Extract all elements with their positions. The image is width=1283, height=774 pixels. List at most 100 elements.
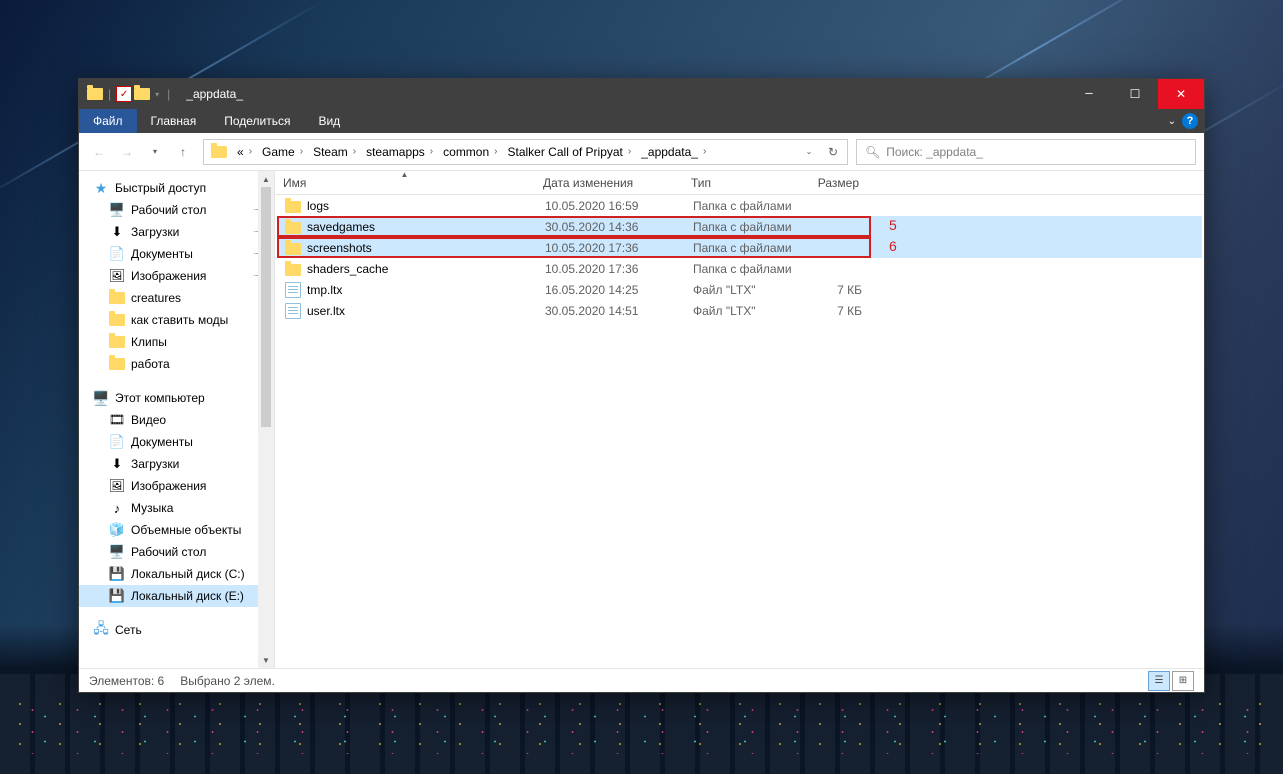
expand-ribbon-icon[interactable]: ⌄: [1168, 116, 1176, 127]
breadcrumb-item[interactable]: steamapps›: [361, 140, 438, 164]
breadcrumb-item[interactable]: common›: [438, 140, 502, 164]
sidebar-item[interactable]: ⬇Загрузки📌: [79, 221, 274, 243]
address-dropdown[interactable]: ⌄: [797, 140, 821, 164]
file-row[interactable]: shaders_cache10.05.2020 17:36Папка с фай…: [277, 258, 1202, 279]
folder-icon: [109, 290, 125, 306]
qat-chevron[interactable]: ▾: [152, 90, 162, 99]
sidebar-item[interactable]: ⬇Загрузки: [79, 453, 274, 475]
sidebar-item[interactable]: 🖥️Рабочий стол: [79, 541, 274, 563]
file-menu[interactable]: Файл: [79, 109, 137, 133]
scroll-down[interactable]: ▼: [258, 652, 274, 668]
sidebar-item[interactable]: ♪Музыка: [79, 497, 274, 519]
drive-icon: 💾: [109, 588, 125, 604]
selection-count: Выбрано 2 элем.: [180, 674, 275, 688]
share-tab[interactable]: Поделиться: [210, 109, 304, 133]
network[interactable]: 🖧Сеть: [79, 619, 274, 641]
explorer-window: | ✓ ▾ | _appdata_ ─ ☐ ✕ Файл Главная Под…: [78, 78, 1205, 693]
breadcrumb-item[interactable]: _appdata_›: [636, 140, 711, 164]
sort-indicator: ▲: [401, 171, 409, 179]
sidebar-item[interactable]: 📄Документы📌: [79, 243, 274, 265]
file-name: savedgames: [307, 220, 375, 234]
refresh-button[interactable]: ↻: [821, 145, 845, 159]
file-row[interactable]: savedgames30.05.2020 14:36Папка с файлам…: [277, 216, 1202, 237]
search-icon: 🔍︎: [865, 145, 880, 159]
file-row[interactable]: screenshots10.05.2020 17:36Папка с файла…: [277, 237, 1202, 258]
file-type: Папка с файлами: [685, 220, 800, 234]
history-dropdown[interactable]: ▾: [143, 140, 167, 164]
search-input[interactable]: Поиск: _appdata_: [886, 145, 983, 159]
cube-icon: 🧊: [109, 522, 125, 538]
breadcrumb-overflow[interactable]: «›: [232, 140, 257, 164]
file-date: 30.05.2020 14:51: [537, 304, 685, 318]
download-icon: ⬇: [109, 224, 125, 240]
scrollbar[interactable]: ▲ ▼: [258, 171, 274, 668]
sidebar-item[interactable]: creatures: [79, 287, 274, 309]
view-tab[interactable]: Вид: [304, 109, 354, 133]
folder-icon: [285, 264, 301, 276]
titlebar[interactable]: | ✓ ▾ | _appdata_ ─ ☐ ✕: [79, 79, 1204, 109]
sidebar-item[interactable]: 🖥️Рабочий стол📌: [79, 199, 274, 221]
file-name: logs: [307, 199, 329, 213]
help-icon[interactable]: ?: [1182, 113, 1198, 129]
file-type: Файл "LTX": [685, 283, 800, 297]
breadcrumb-item[interactable]: Stalker Call of Pripyat›: [503, 140, 637, 164]
column-size[interactable]: Размер: [798, 171, 868, 194]
close-button[interactable]: ✕: [1158, 79, 1204, 109]
sidebar-item[interactable]: 🧊Объемные объекты: [79, 519, 274, 541]
file-name: tmp.ltx: [307, 283, 342, 297]
item-count: Элементов: 6: [89, 674, 164, 688]
checkbox-icon[interactable]: ✓: [116, 86, 132, 102]
network-icon: 🖧: [93, 622, 109, 638]
file-row[interactable]: logs10.05.2020 16:59Папка с файлами: [277, 195, 1202, 216]
pic-icon: 🖼: [109, 478, 125, 494]
sidebar-item[interactable]: Клипы: [79, 331, 274, 353]
sidebar-item[interactable]: 🖼Изображения: [79, 475, 274, 497]
status-bar: Элементов: 6 Выбрано 2 элем. ☰ ⊞: [79, 668, 1204, 692]
doc-icon: 📄: [109, 246, 125, 262]
file-size: 7 КБ: [800, 283, 870, 297]
file-size: 7 КБ: [800, 304, 870, 318]
navigation-bar: ← → ▾ ↑ «› Game› Steam› steamapps› commo…: [79, 133, 1204, 171]
column-type[interactable]: Тип: [683, 171, 798, 194]
maximize-button[interactable]: ☐: [1112, 79, 1158, 109]
drive-icon: 💾: [109, 566, 125, 582]
up-button[interactable]: ↑: [171, 140, 195, 164]
column-date[interactable]: Дата изменения: [535, 171, 683, 194]
sidebar-item[interactable]: работа: [79, 353, 274, 375]
folder-icon: [87, 86, 103, 102]
sidebar-item[interactable]: 🖼Изображения📌: [79, 265, 274, 287]
folder-icon: [285, 201, 301, 213]
minimize-button[interactable]: ─: [1066, 79, 1112, 109]
home-tab[interactable]: Главная: [137, 109, 211, 133]
sidebar-item[interactable]: 🎞Видео: [79, 409, 274, 431]
file-type: Папка с файлами: [685, 262, 800, 276]
this-pc[interactable]: 🖥️Этот компьютер: [79, 387, 274, 409]
address-bar[interactable]: «› Game› Steam› steamapps› common› Stalk…: [203, 139, 848, 165]
search-box[interactable]: 🔍︎ Поиск: _appdata_: [856, 139, 1196, 165]
sidebar-item[interactable]: как ставить моды: [79, 309, 274, 331]
file-icon: [285, 282, 301, 298]
file-row[interactable]: user.ltx30.05.2020 14:51Файл "LTX"7 КБ: [277, 300, 1202, 321]
sidebar-item[interactable]: 💾Локальный диск (E:): [79, 585, 274, 607]
file-row[interactable]: tmp.ltx16.05.2020 14:25Файл "LTX"7 КБ: [277, 279, 1202, 300]
pc-icon: 🖥️: [93, 390, 109, 406]
star-icon: ★: [93, 180, 109, 196]
folder-icon: [134, 86, 150, 102]
sidebar-item[interactable]: 📄Документы: [79, 431, 274, 453]
sidebar-item[interactable]: 💾Локальный диск (C:): [79, 563, 274, 585]
scroll-up[interactable]: ▲: [258, 171, 274, 187]
back-button[interactable]: ←: [87, 140, 111, 164]
icons-view-button[interactable]: ⊞: [1172, 671, 1194, 691]
column-name[interactable]: Имя▲: [275, 171, 535, 194]
file-name: user.ltx: [307, 304, 345, 318]
scroll-thumb[interactable]: [261, 187, 271, 427]
details-view-button[interactable]: ☰: [1148, 671, 1170, 691]
breadcrumb-item[interactable]: Game›: [257, 140, 308, 164]
music-icon: ♪: [109, 500, 125, 516]
folder-icon[interactable]: [206, 140, 232, 164]
quick-access[interactable]: ★Быстрый доступ: [79, 177, 274, 199]
forward-button[interactable]: →: [115, 140, 139, 164]
breadcrumb-item[interactable]: Steam›: [308, 140, 361, 164]
qat: | ✓ ▾ |: [79, 86, 181, 102]
folder-icon: [285, 243, 301, 255]
